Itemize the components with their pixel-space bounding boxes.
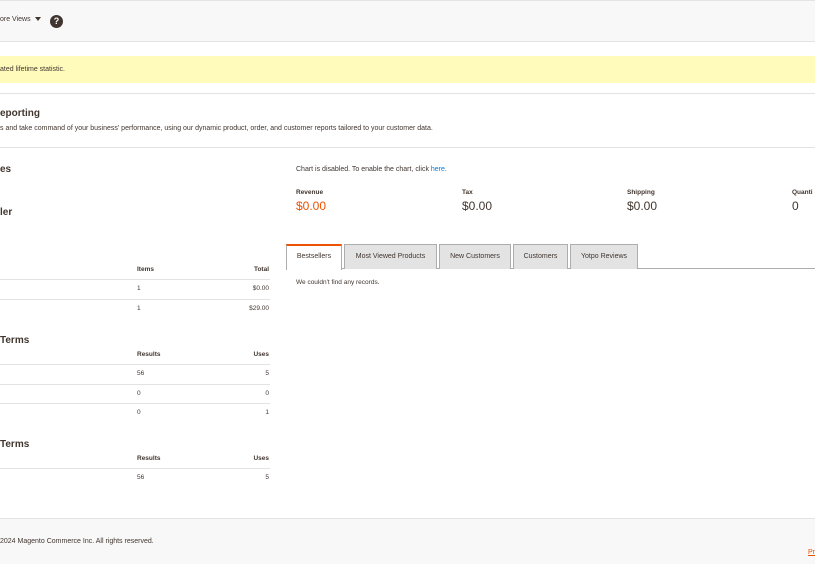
column-header-uses[interactable]: Uses — [253, 455, 269, 462]
table-row[interactable]: 0 0 — [0, 385, 270, 404]
chart-disabled-suffix: . — [444, 166, 447, 173]
column-header-results[interactable]: Results — [137, 351, 160, 358]
footer-link[interactable]: Pr — [808, 549, 815, 556]
advanced-reporting-description: s and take command of your business' per… — [0, 125, 433, 132]
cell-results: 0 — [137, 409, 141, 416]
top-search-terms-title: Terms — [0, 439, 30, 450]
table-header: Results Uses — [0, 349, 270, 365]
table-row[interactable]: 1 $0.00 — [0, 280, 270, 300]
cell-uses: 0 — [265, 389, 269, 397]
cell-total: $0.00 — [252, 285, 269, 292]
store-view-switcher[interactable]: ore Views — [0, 16, 41, 23]
tab-yotpo-reviews[interactable]: Yotpo Reviews — [570, 244, 638, 269]
chevron-down-icon — [34, 17, 41, 22]
divider — [0, 93, 815, 94]
metric-shipping: Shipping $0.00 — [627, 189, 657, 213]
tab-customers[interactable]: Customers — [513, 244, 568, 269]
last-orders-title: ler — [0, 207, 13, 218]
store-views-label: ore Views — [0, 16, 31, 23]
top-bar: ore Views ? — [0, 0, 815, 42]
last-search-terms-table: Results Uses 56 5 0 0 0 1 — [0, 349, 270, 424]
metric-label: Shipping — [627, 189, 655, 196]
metric-revenue: Revenue $0.00 — [296, 189, 326, 213]
table-header: Items Total — [0, 264, 270, 280]
metric-tax: Tax $0.00 — [462, 189, 492, 213]
empty-records-message: We couldn't find any records. — [296, 279, 380, 286]
metric-label: Quanti — [792, 189, 813, 196]
table-row[interactable]: 56 5 — [0, 469, 270, 489]
column-header-results[interactable]: Results — [137, 455, 160, 462]
help-icon[interactable]: ? — [50, 15, 63, 28]
cell-items: 1 — [137, 304, 141, 312]
cell-results: 56 — [137, 370, 145, 377]
table-header: Results Uses — [0, 453, 270, 469]
divider — [0, 147, 815, 148]
cell-uses: 1 — [265, 409, 269, 416]
metric-value: $0.00 — [627, 199, 658, 213]
cell-uses: 5 — [265, 370, 269, 377]
metric-value: $0.00 — [462, 199, 493, 213]
tab-new-customers[interactable]: New Customers — [439, 244, 511, 269]
sales-title: es — [0, 164, 12, 175]
copyright-text: 2024 Magento Commerce Inc. All rights re… — [0, 538, 154, 545]
cell-uses: 5 — [265, 474, 269, 481]
metric-quantity: Quanti 0 — [792, 189, 813, 213]
metric-value: $0.00 — [296, 199, 327, 213]
last-orders-table: Items Total 1 $0.00 1 $29.00 — [0, 264, 270, 319]
column-header-total[interactable]: Total — [254, 266, 269, 273]
column-header-uses[interactable]: Uses — [253, 351, 269, 358]
table-row[interactable]: 1 $29.00 — [0, 300, 270, 320]
table-row[interactable]: 0 1 — [0, 404, 270, 424]
cell-results: 0 — [137, 389, 141, 397]
chart-disabled-text: Chart is disabled. To enable the chart, … — [296, 166, 431, 173]
metric-label: Revenue — [296, 189, 324, 196]
metric-label: Tax — [462, 189, 473, 196]
table-row[interactable]: 56 5 — [0, 365, 270, 385]
dashboard-tabs: Bestsellers Most Viewed Products New Cus… — [286, 244, 815, 270]
cell-items: 1 — [137, 285, 141, 292]
cell-total: $29.00 — [249, 304, 269, 312]
last-search-terms-title: Terms — [0, 335, 30, 346]
notice-text: ated lifetime statistic. — [0, 66, 65, 73]
column-header-items[interactable]: Items — [137, 266, 154, 273]
tab-bestsellers[interactable]: Bestsellers — [286, 244, 342, 270]
tab-most-viewed-products[interactable]: Most Viewed Products — [344, 244, 437, 269]
cell-results: 56 — [137, 474, 145, 481]
advanced-reporting-title: eporting — [0, 108, 40, 119]
statistics-notice: ated lifetime statistic. — [0, 56, 815, 83]
enable-chart-link[interactable]: here — [431, 166, 445, 173]
chart-disabled-message: Chart is disabled. To enable the chart, … — [296, 166, 447, 173]
metric-value: 0 — [792, 199, 799, 213]
top-search-terms-table: Results Uses 56 5 — [0, 453, 270, 489]
page-footer: 2024 Magento Commerce Inc. All rights re… — [0, 518, 815, 564]
